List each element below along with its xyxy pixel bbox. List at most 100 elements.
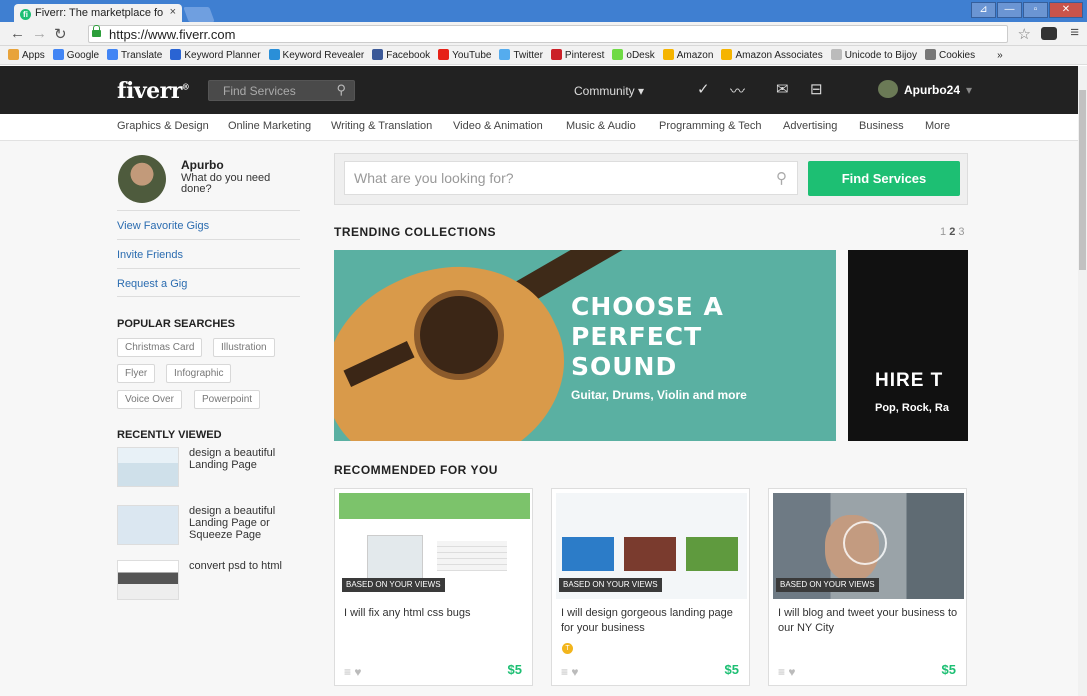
recent-thumbnail[interactable] xyxy=(117,505,179,545)
gig-title[interactable]: I will blog and tweet your business to o… xyxy=(778,606,958,636)
gig-card[interactable]: BASED ON YOUR VIEWS I will design gorgeo… xyxy=(551,488,750,686)
search-icon[interactable]: ⚲ xyxy=(776,169,787,187)
community-dropdown[interactable]: Community ▾ xyxy=(574,84,644,98)
bookmark-label: Twitter xyxy=(513,50,543,61)
tab-close-icon[interactable]: × xyxy=(170,6,176,18)
bookmark-item[interactable]: Translate xyxy=(107,49,162,61)
cart-icon[interactable]: ⊟ xyxy=(810,80,823,98)
gig-image-device xyxy=(562,537,614,571)
url-field[interactable]: https://www.fiverr.com xyxy=(88,25,1008,43)
popular-tag[interactable]: Infographic xyxy=(166,364,232,383)
bookmark-star-icon[interactable]: ☆ xyxy=(1018,25,1031,43)
pager-page-1[interactable]: 1 xyxy=(940,226,946,238)
popular-tag[interactable]: Flyer xyxy=(117,364,156,383)
username: Apurbo24 xyxy=(904,83,961,97)
bookmark-item[interactable]: Unicode to Bijoy xyxy=(830,49,917,61)
bookmark-item[interactable]: Pinterest xyxy=(550,49,604,61)
bookmark-favicon-icon xyxy=(372,49,384,60)
find-services-button[interactable]: Find Services xyxy=(808,161,960,196)
bookmark-item[interactable]: Keyword Revealer xyxy=(268,49,364,61)
reload-icon[interactable]: ↻ xyxy=(54,25,67,43)
menu-heart-icon[interactable]: ≡ ♥ xyxy=(778,665,795,679)
category-link[interactable]: Graphics & Design xyxy=(117,120,209,132)
menu-heart-icon[interactable]: ≡ ♥ xyxy=(344,665,361,679)
category-link[interactable]: Advertising xyxy=(783,120,837,132)
pager-page-2[interactable]: 2 xyxy=(949,226,955,238)
category-link[interactable]: Online Marketing xyxy=(228,120,311,132)
popular-tag[interactable]: Powerpoint xyxy=(194,390,261,409)
search-icon[interactable]: ⚲ xyxy=(336,82,346,98)
pager-page-3[interactable]: 3 xyxy=(958,226,964,238)
gig-card[interactable]: BASED ON YOUR VIEWS I will fix any html … xyxy=(334,488,533,686)
category-link[interactable]: Music & Audio xyxy=(566,120,636,132)
fiverr-logo[interactable]: fiverr® xyxy=(117,78,190,104)
bookmark-label: YouTube xyxy=(452,50,492,61)
scrollbar-thumb[interactable] xyxy=(1079,90,1086,270)
bookmark-item[interactable]: » xyxy=(983,49,1003,61)
back-arrow-icon[interactable]: ← xyxy=(10,25,25,42)
user-profile-button[interactable]: ⊿ xyxy=(971,2,996,18)
category-link[interactable]: More xyxy=(925,120,950,132)
bookmark-favicon-icon xyxy=(8,49,19,60)
recent-thumbnail[interactable] xyxy=(117,447,179,487)
bookmark-item[interactable]: Google xyxy=(52,49,99,61)
profile-name[interactable]: Apurbo xyxy=(181,158,224,172)
maximize-button[interactable]: ▫ xyxy=(1023,2,1048,18)
bookmark-item[interactable]: Amazon xyxy=(662,49,714,61)
bookmark-item[interactable]: Apps xyxy=(8,49,45,61)
header-search-input[interactable]: Find Services ⚲ xyxy=(208,80,355,101)
banner-title-line: PERFECT xyxy=(571,322,703,351)
bookmark-item[interactable]: YouTube xyxy=(438,49,491,61)
banner-choose-sound[interactable]: CHOOSE A PERFECT SOUND Guitar, Drums, Vi… xyxy=(334,250,836,441)
recent-title[interactable]: design a beautiful Landing Page xyxy=(189,447,297,471)
gig-price: $5 xyxy=(941,662,956,677)
gig-card[interactable]: BASED ON YOUR VIEWS I will blog and twee… xyxy=(768,488,967,686)
browser-menu-icon[interactable]: ≡ xyxy=(1070,24,1079,41)
guitar-soundhole-image xyxy=(414,290,504,380)
bookmark-label: Amazon xyxy=(676,50,714,61)
popular-tag[interactable]: Illustration xyxy=(213,338,275,357)
recent-title[interactable]: design a beautiful Landing Page or Squee… xyxy=(189,505,297,541)
play-video-icon[interactable] xyxy=(843,521,887,565)
recent-thumbnail[interactable] xyxy=(117,560,179,600)
recent-title[interactable]: convert psd to html xyxy=(189,560,297,572)
minimize-button[interactable]: — xyxy=(997,2,1022,18)
browser-titlebar: fi Fiverr: The marketplace fo × ⊿ — ▫ ✕ xyxy=(0,0,1087,22)
bookmarks-bar: Apps Google Translate Keyword Planner Keywor… xyxy=(0,46,1087,65)
gig-title[interactable]: I will fix any html css bugs xyxy=(344,606,524,621)
sidebar-link-favorite-gigs[interactable]: View Favorite Gigs xyxy=(117,210,300,239)
close-window-button[interactable]: ✕ xyxy=(1049,2,1083,18)
category-link[interactable]: Writing & Translation xyxy=(331,120,432,132)
banner-hire[interactable]: HIRE T Pop, Rock, Ra xyxy=(848,250,968,441)
mail-icon[interactable]: ✉ xyxy=(776,80,789,98)
popular-tag[interactable]: Christmas Card xyxy=(117,338,203,357)
page-scrollbar[interactable] xyxy=(1078,66,1087,696)
lock-icon xyxy=(92,25,101,37)
bookmark-item[interactable]: Facebook xyxy=(372,49,430,61)
sidebar-link-invite-friends[interactable]: Invite Friends xyxy=(117,239,300,268)
category-link[interactable]: Business xyxy=(859,120,904,132)
chevron-down-icon: ▾ xyxy=(966,83,973,97)
category-link[interactable]: Programming & Tech xyxy=(659,120,762,132)
bookmark-item[interactable]: Keyword Planner xyxy=(170,49,261,61)
bookmark-item[interactable]: Amazon Associates xyxy=(721,49,823,61)
browser-tab[interactable]: fi Fiverr: The marketplace fo × xyxy=(14,4,182,22)
bookmark-item[interactable]: Cookies xyxy=(924,49,975,61)
bookmark-item[interactable]: Twitter xyxy=(499,49,543,61)
activity-icon[interactable]: 〰 xyxy=(730,80,745,101)
user-menu[interactable]: Apurbo24 ▾ xyxy=(878,80,972,98)
bookmark-item[interactable]: oDesk xyxy=(612,49,655,61)
gig-title[interactable]: I will design gorgeous landing page for … xyxy=(561,606,741,636)
forward-arrow-icon[interactable]: → xyxy=(32,25,47,42)
main-search-input[interactable]: What are you looking for? ⚲ xyxy=(344,161,798,195)
new-tab-button[interactable] xyxy=(183,7,215,22)
menu-heart-icon[interactable]: ≡ ♥ xyxy=(561,665,578,679)
sidebar-link-request-gig[interactable]: Request a Gig xyxy=(117,268,300,297)
bookmark-favicon-icon xyxy=(662,49,674,60)
category-link[interactable]: Video & Animation xyxy=(453,120,543,132)
extension-icon[interactable] xyxy=(1041,27,1057,40)
profile-avatar[interactable] xyxy=(118,155,166,203)
checkmark-icon[interactable]: ✓ xyxy=(697,80,710,98)
popular-tag[interactable]: Voice Over xyxy=(117,390,182,409)
window-controls: ⊿ — ▫ ✕ xyxy=(970,2,1083,18)
